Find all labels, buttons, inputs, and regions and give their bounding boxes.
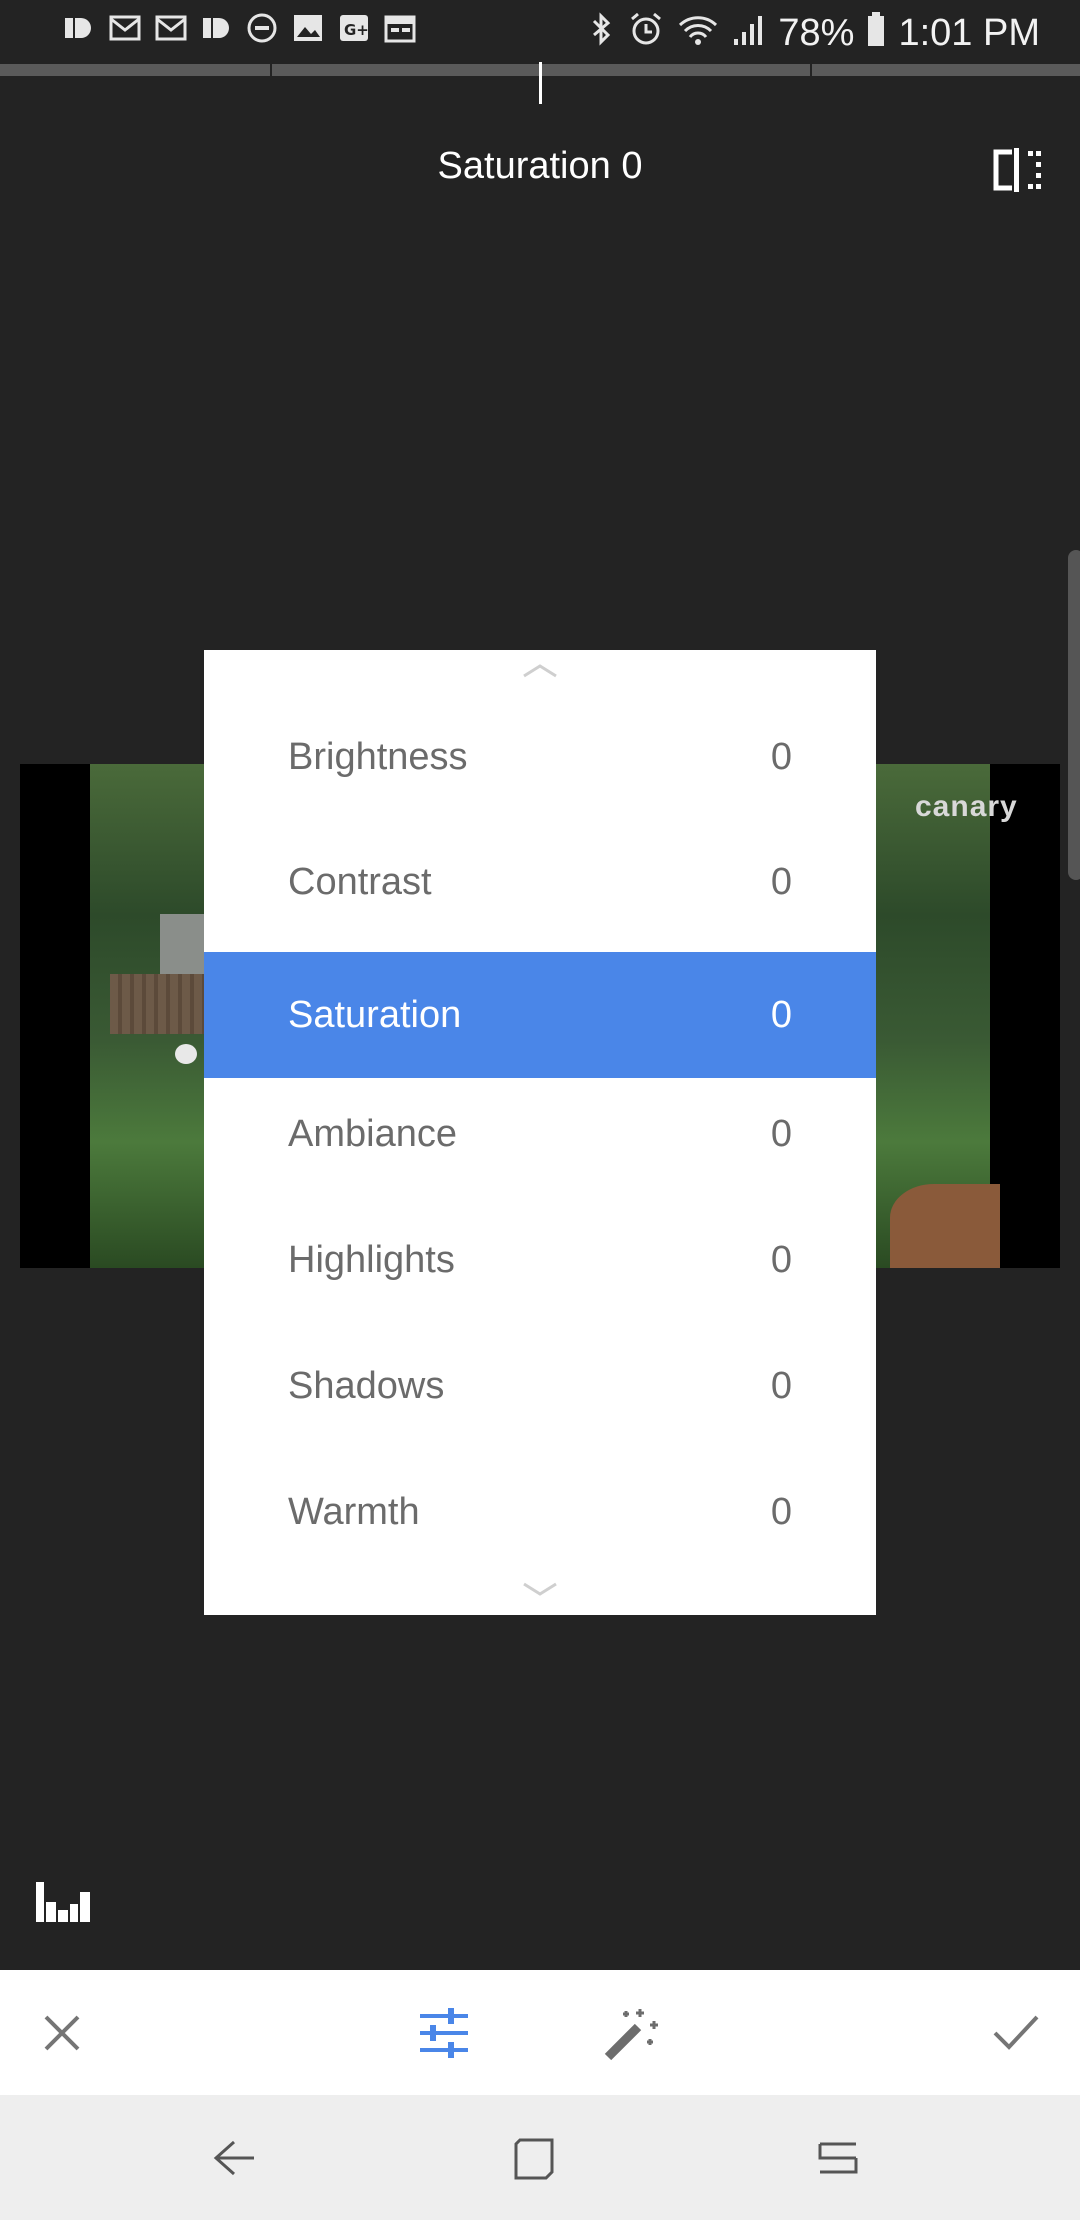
notification-icons: G+ [60, 10, 418, 46]
close-icon[interactable] [22, 1970, 102, 2095]
menu-item-value: 0 [770, 1490, 792, 1533]
gmail-icon [152, 10, 188, 46]
menu-item-label: Saturation [288, 993, 462, 1036]
clock: 1:01 PM [898, 12, 1040, 54]
recents-icon[interactable] [778, 2095, 898, 2220]
back-icon[interactable] [174, 2095, 294, 2220]
menu-item-value: 0 [770, 1112, 792, 1155]
slider-tick [270, 64, 272, 76]
battery-percent: 78% [778, 12, 855, 54]
do-not-disturb-icon [244, 10, 280, 46]
menu-item-highlights[interactable]: Highlights 0 [204, 1197, 876, 1323]
app-icon [198, 10, 234, 46]
alarm-icon [628, 11, 664, 56]
slider-thumb[interactable] [539, 62, 542, 104]
menu-item-brightness[interactable]: Brightness 0 [204, 694, 876, 820]
status-bar: G+ 78% 1:01 PM [0, 0, 1080, 66]
app-icon [60, 10, 96, 46]
menu-item-label: Highlights [288, 1238, 455, 1281]
chevron-down-icon[interactable] [204, 1578, 876, 1608]
tune-icon[interactable] [404, 1970, 484, 2095]
menu-item-label: Ambiance [288, 1112, 457, 1155]
compare-icon[interactable] [990, 146, 1046, 194]
menu-item-label: Warmth [288, 1490, 420, 1533]
menu-item-label: Shadows [288, 1364, 445, 1407]
menu-item-value: 0 [770, 1238, 792, 1281]
menu-item-value: 0 [770, 735, 792, 778]
svg-text:G+: G+ [344, 21, 369, 39]
menu-item-value: 0 [770, 993, 792, 1036]
auto-enhance-icon[interactable] [592, 1970, 672, 2095]
check-icon[interactable] [976, 1970, 1056, 2095]
menu-item-saturation[interactable]: Saturation 0 [204, 952, 876, 1078]
photo-path [890, 1184, 1000, 1268]
page-title: Saturation 0 [437, 145, 643, 187]
gmail-icon [106, 10, 142, 46]
menu-item-label: Contrast [288, 860, 432, 903]
chevron-up-icon[interactable] [204, 658, 876, 688]
watermark: canary [915, 790, 1018, 823]
adjust-menu: Brightness 0 Contrast 0 Saturation 0 Amb… [204, 650, 876, 1615]
signal-icon [732, 11, 766, 56]
menu-item-ambiance[interactable]: Ambiance 0 [204, 1071, 876, 1197]
side-scroll-handle[interactable] [1068, 550, 1080, 880]
battery-icon [866, 11, 886, 56]
google-plus-icon: G+ [336, 10, 372, 46]
image-icon [290, 10, 326, 46]
menu-item-shadows[interactable]: Shadows 0 [204, 1323, 876, 1449]
system-status: 78% 1:01 PM [588, 8, 1040, 58]
menu-item-value: 0 [770, 1364, 792, 1407]
menu-item-label: Brightness [288, 735, 468, 778]
menu-item-warmth[interactable]: Warmth 0 [204, 1449, 876, 1575]
photo-dog [175, 1044, 197, 1064]
menu-item-contrast[interactable]: Contrast 0 [204, 819, 876, 945]
bluetooth-icon [588, 11, 616, 56]
system-nav-bar [0, 2095, 1080, 2220]
action-bar [0, 1970, 1080, 2095]
menu-item-value: 0 [770, 860, 792, 903]
calendar-icon [382, 10, 418, 46]
wifi-icon [676, 11, 720, 56]
home-icon[interactable] [474, 2095, 594, 2220]
histogram-icon[interactable] [34, 1880, 94, 1924]
slider-tick [810, 64, 812, 76]
